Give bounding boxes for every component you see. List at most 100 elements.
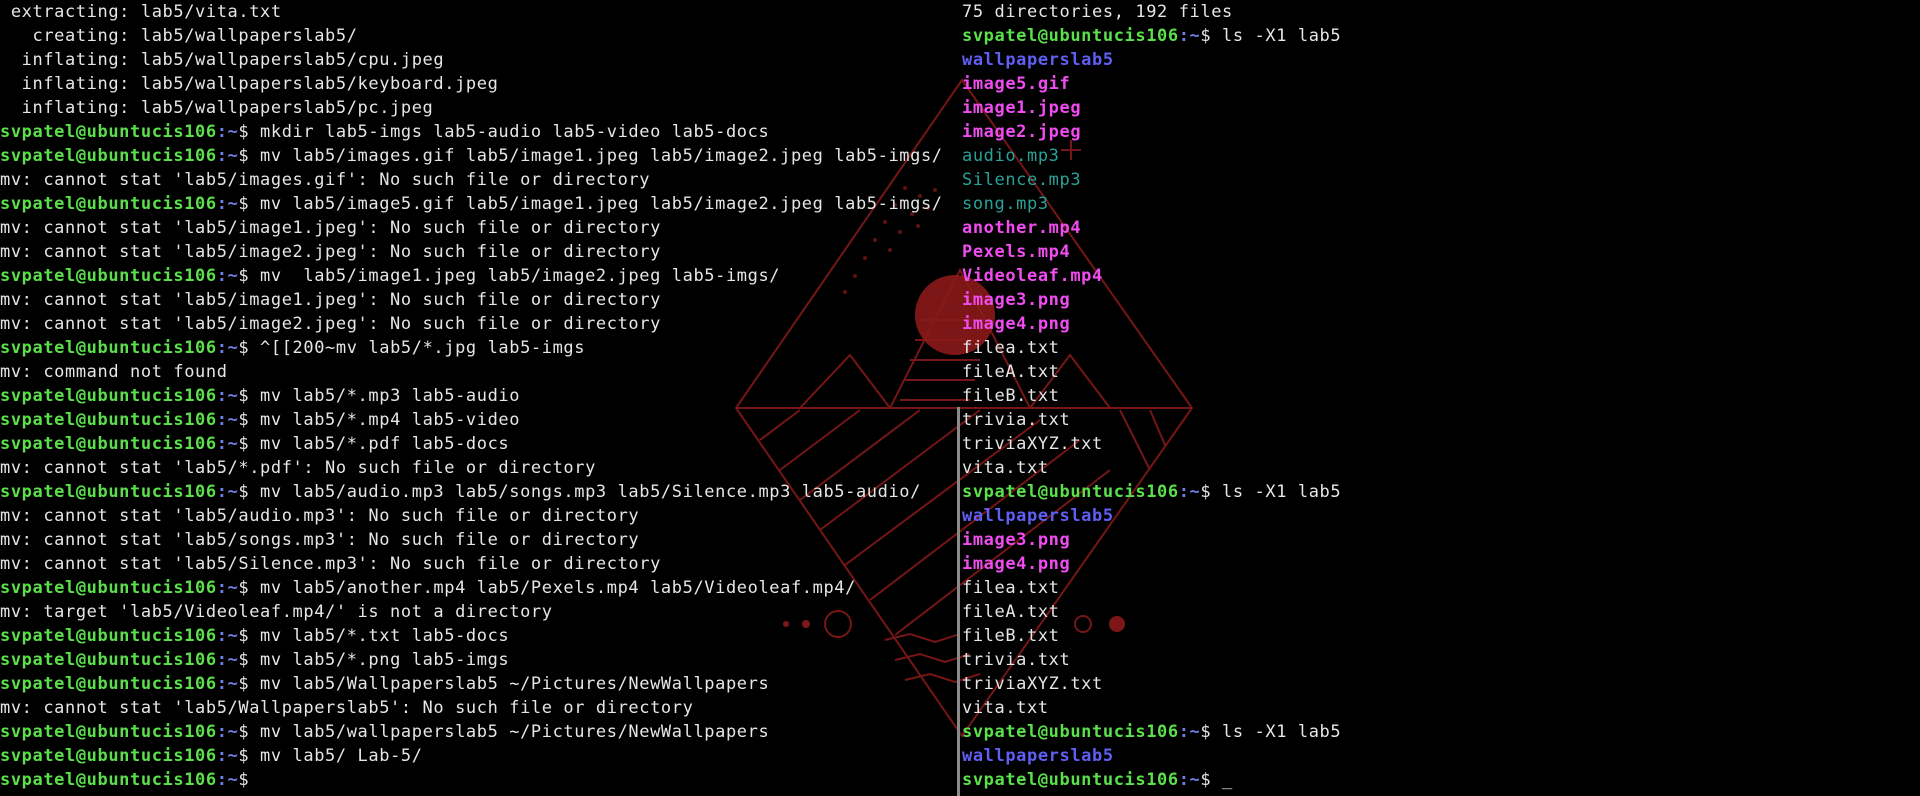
prompt-path: :~ bbox=[216, 434, 239, 454]
prompt-user-host: svpatel@ubuntucis106 bbox=[0, 410, 217, 430]
output-line: mv: cannot stat 'lab5/image1.jpeg': No s… bbox=[0, 216, 956, 240]
prompt-user-host: svpatel@ubuntucis106 bbox=[0, 770, 217, 790]
prompt-user-host: svpatel@ubuntucis106 bbox=[0, 194, 217, 214]
prompt-user-host: svpatel@ubuntucis106 bbox=[0, 674, 217, 694]
text-file-entry: triviaXYZ.txt bbox=[962, 672, 1920, 696]
line-text: vita.txt bbox=[962, 698, 1049, 718]
output-line: creating: lab5/wallpaperslab5/ bbox=[0, 24, 956, 48]
line-text: creating: lab5/wallpaperslab5/ bbox=[0, 26, 358, 46]
line-text: image3.png bbox=[962, 290, 1071, 310]
prompt-path: :~ bbox=[216, 410, 239, 430]
prompt-user-host: svpatel@ubuntucis106 bbox=[0, 386, 217, 406]
prompt-path: :~ bbox=[216, 266, 239, 286]
line-text: Silence.mp3 bbox=[962, 170, 1082, 190]
output-line: inflating: lab5/wallpaperslab5/pc.jpeg bbox=[0, 96, 956, 120]
command-text: mv lab5/*.txt lab5-docs bbox=[260, 626, 510, 646]
audio-file-entry: audio.mp3 bbox=[962, 144, 1920, 168]
line-text: filea.txt bbox=[962, 578, 1060, 598]
output-line: mv: target 'lab5/Videoleaf.mp4/' is not … bbox=[0, 600, 956, 624]
command-line: svpatel@ubuntucis106:~$ mv lab5/*.png la… bbox=[0, 648, 956, 672]
output-line: mv: cannot stat 'lab5/image2.jpeg': No s… bbox=[0, 240, 956, 264]
line-text: mv: cannot stat 'lab5/image2.jpeg': No s… bbox=[0, 314, 661, 334]
command-line: svpatel@ubuntucis106:~$ ls -X1 lab5 bbox=[962, 24, 1920, 48]
output-line: inflating: lab5/wallpaperslab5/keyboard.… bbox=[0, 72, 956, 96]
line-text: wallpaperslab5 bbox=[962, 506, 1114, 526]
prompt-symbol: $ bbox=[238, 410, 261, 430]
terminal-pane-right[interactable]: 75 directories, 192 files svpatel@ubuntuc… bbox=[962, 0, 1920, 796]
prompt-path: :~ bbox=[216, 626, 239, 646]
line-text: mv: cannot stat 'lab5/images.gif': No su… bbox=[0, 170, 651, 190]
command-text: mv lab5/wallpaperslab5 ~/Pictures/NewWal… bbox=[260, 722, 770, 742]
line-text: image4.png bbox=[962, 554, 1071, 574]
text-file-entry: triviaXYZ.txt bbox=[962, 432, 1920, 456]
command-text: mv lab5/image1.jpeg lab5/image2.jpeg lab… bbox=[260, 266, 781, 286]
media-file-entry: image4.png bbox=[962, 552, 1920, 576]
line-text: image5.gif bbox=[962, 74, 1071, 94]
line-text: mv: cannot stat 'lab5/audio.mp3': No suc… bbox=[0, 506, 640, 526]
command-line: svpatel@ubuntucis106:~$ ls -X1 lab5 bbox=[962, 720, 1920, 744]
output-line: mv: cannot stat 'lab5/Silence.mp3': No s… bbox=[0, 552, 956, 576]
prompt-path: :~ bbox=[216, 122, 239, 142]
line-text: mv: cannot stat 'lab5/Wallpaperslab5': N… bbox=[0, 698, 694, 718]
prompt-user-host: svpatel@ubuntucis106 bbox=[0, 626, 217, 646]
prompt-symbol: $ bbox=[238, 722, 261, 742]
command-line: svpatel@ubuntucis106:~$ mv lab5/audio.mp… bbox=[0, 480, 956, 504]
command-text: ls -X1 lab5 bbox=[1222, 482, 1342, 502]
prompt-path: :~ bbox=[216, 146, 239, 166]
prompt-user-host: svpatel@ubuntucis106 bbox=[0, 746, 217, 766]
line-text: inflating: lab5/wallpaperslab5/cpu.jpeg bbox=[0, 50, 445, 70]
command-text: mv lab5/another.mp4 lab5/Pexels.mp4 lab5… bbox=[260, 578, 856, 598]
command-line: svpatel@ubuntucis106:~$ ls -X1 lab5 bbox=[962, 480, 1920, 504]
prompt-path: :~ bbox=[1178, 770, 1201, 790]
command-line: svpatel@ubuntucis106:~$ _ bbox=[962, 768, 1920, 792]
line-text: wallpaperslab5 bbox=[962, 50, 1114, 70]
output-line: extracting: lab5/vita.txt bbox=[0, 0, 956, 24]
command-line: svpatel@ubuntucis106:~$ mv lab5/ Lab-5/ bbox=[0, 744, 956, 768]
prompt-path: :~ bbox=[1178, 722, 1201, 742]
terminal-pane-left[interactable]: extracting: lab5/vita.txt creating: lab5… bbox=[0, 0, 956, 796]
text-file-entry: trivia.txt bbox=[962, 648, 1920, 672]
prompt-user-host: svpatel@ubuntucis106 bbox=[0, 338, 217, 358]
line-text: song.mp3 bbox=[962, 194, 1049, 214]
prompt-user-host: svpatel@ubuntucis106 bbox=[0, 722, 217, 742]
command-line: svpatel@ubuntucis106:~$ ^[[200~mv lab5/*… bbox=[0, 336, 956, 360]
text-file-entry: vita.txt bbox=[962, 456, 1920, 480]
directory-entry: wallpaperslab5 bbox=[962, 48, 1920, 72]
output-line: mv: cannot stat 'lab5/images.gif': No su… bbox=[0, 168, 956, 192]
output-line: mv: cannot stat 'lab5/Wallpaperslab5': N… bbox=[0, 696, 956, 720]
command-line: svpatel@ubuntucis106:~$ mv lab5/*.txt la… bbox=[0, 624, 956, 648]
line-text: triviaXYZ.txt bbox=[962, 434, 1103, 454]
prompt-symbol: $ bbox=[238, 674, 261, 694]
pane-divider[interactable] bbox=[957, 407, 960, 796]
output-line: mv: cannot stat 'lab5/image2.jpeg': No s… bbox=[0, 312, 956, 336]
text-file-entry: trivia.txt bbox=[962, 408, 1920, 432]
media-file-entry: image3.png bbox=[962, 528, 1920, 552]
line-text: mv: cannot stat 'lab5/*.pdf': No such fi… bbox=[0, 458, 596, 478]
output-line: mv: command not found bbox=[0, 360, 956, 384]
prompt-symbol: $ bbox=[1200, 26, 1223, 46]
prompt-user-host: svpatel@ubuntucis106 bbox=[0, 146, 217, 166]
text-cursor[interactable]: _ bbox=[1222, 770, 1233, 790]
prompt-symbol: $ bbox=[238, 122, 261, 142]
audio-file-entry: Silence.mp3 bbox=[962, 168, 1920, 192]
prompt-user-host: svpatel@ubuntucis106 bbox=[0, 482, 217, 502]
prompt-path: :~ bbox=[1178, 482, 1201, 502]
command-text: mkdir lab5-imgs lab5-audio lab5-video la… bbox=[260, 122, 770, 142]
prompt-path: :~ bbox=[216, 674, 239, 694]
prompt-path: :~ bbox=[216, 482, 239, 502]
line-text: fileB.txt bbox=[962, 386, 1060, 406]
text-file-entry: fileB.txt bbox=[962, 384, 1920, 408]
audio-file-entry: song.mp3 bbox=[962, 192, 1920, 216]
media-file-entry: another.mp4 bbox=[962, 216, 1920, 240]
command-text: mv lab5/ Lab-5/ bbox=[260, 746, 423, 766]
directory-entry: wallpaperslab5 bbox=[962, 744, 1920, 768]
line-text: mv: cannot stat 'lab5/image1.jpeg': No s… bbox=[0, 290, 661, 310]
command-line: svpatel@ubuntucis106:~$ bbox=[0, 768, 956, 792]
line-text: Videoleaf.mp4 bbox=[962, 266, 1103, 286]
output-line: mv: cannot stat 'lab5/songs.mp3': No suc… bbox=[0, 528, 956, 552]
prompt-user-host: svpatel@ubuntucis106 bbox=[962, 722, 1179, 742]
prompt-user-host: svpatel@ubuntucis106 bbox=[0, 650, 217, 670]
prompt-symbol: $ bbox=[238, 194, 261, 214]
prompt-path: :~ bbox=[216, 386, 239, 406]
output-line: inflating: lab5/wallpaperslab5/cpu.jpeg bbox=[0, 48, 956, 72]
